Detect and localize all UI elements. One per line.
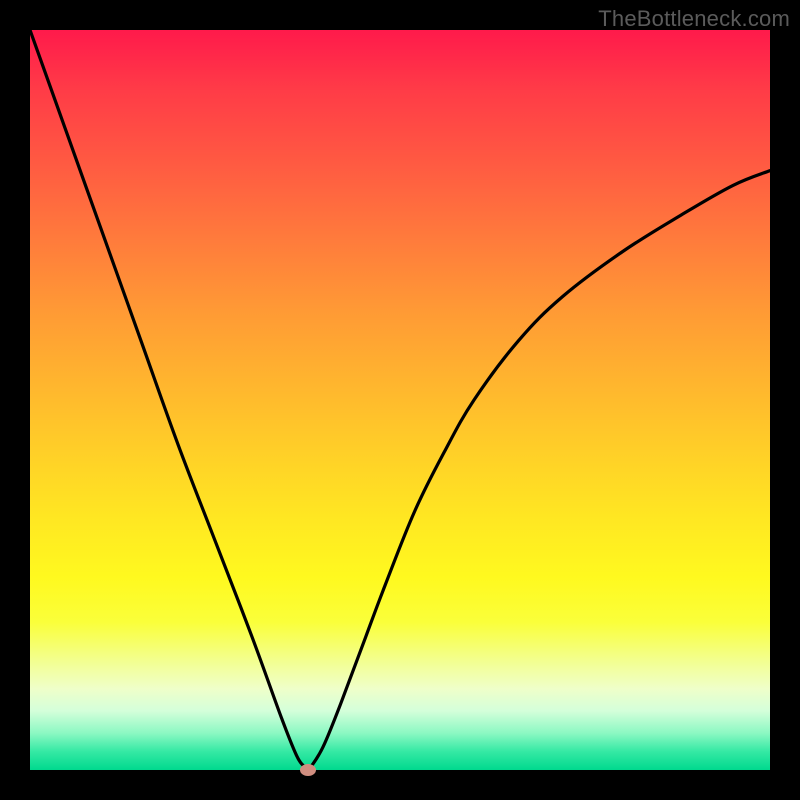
curve-svg bbox=[30, 30, 770, 770]
watermark-text: TheBottleneck.com bbox=[598, 6, 790, 32]
bottleneck-curve bbox=[30, 30, 770, 770]
optimal-point-marker bbox=[300, 764, 316, 776]
chart-frame: TheBottleneck.com bbox=[0, 0, 800, 800]
plot-area bbox=[30, 30, 770, 770]
